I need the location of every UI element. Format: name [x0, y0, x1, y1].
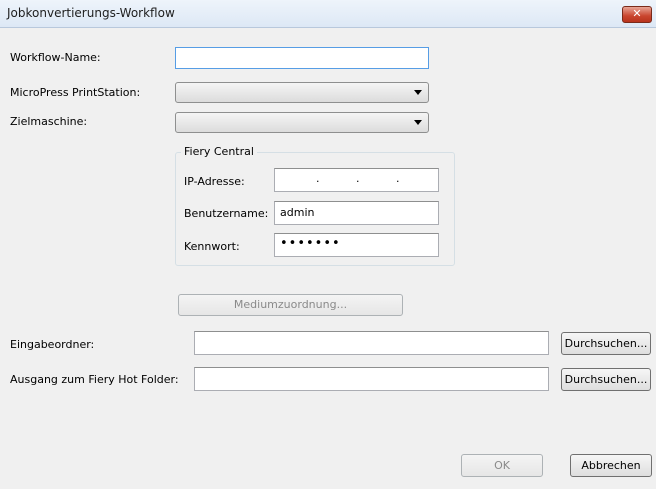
username-label: Benutzername: [184, 207, 269, 220]
ip-separator: . [316, 172, 320, 185]
password-field[interactable]: ••••••• [274, 233, 439, 257]
chevron-down-icon [414, 90, 422, 95]
title-bar: Jobkonvertierungs-Workflow ✕ [0, 0, 656, 28]
media-mapping-button[interactable]: Mediumzuordnung... [178, 294, 403, 316]
window-title: Jobkonvertierungs-Workflow [7, 6, 175, 20]
printstation-select[interactable] [175, 82, 429, 103]
ip-address-label: IP-Adresse: [184, 175, 245, 188]
input-folder-label: Eingabeordner: [10, 338, 95, 351]
fiery-central-legend: Fiery Central [181, 145, 257, 158]
target-machine-label: Zielmaschine: [10, 115, 88, 128]
close-icon: ✕ [632, 7, 642, 20]
output-folder-label: Ausgang zum Fiery Hot Folder: [10, 373, 179, 386]
close-button[interactable]: ✕ [622, 6, 652, 23]
printstation-label: MicroPress PrintStation: [10, 86, 141, 99]
dialog-body: Workflow-Name: MicroPress PrintStation: … [0, 28, 656, 489]
output-folder-field[interactable] [194, 367, 549, 391]
password-value: ••••••• [280, 236, 341, 251]
ok-button[interactable]: OK [461, 454, 543, 477]
ip-separator: . [396, 172, 400, 185]
chevron-down-icon [414, 120, 422, 125]
browse-input-button[interactable]: Durchsuchen... [561, 332, 651, 355]
password-label: Kennwort: [184, 240, 240, 253]
browse-output-button[interactable]: Durchsuchen... [561, 368, 651, 391]
ip-address-field[interactable]: . . . [274, 168, 439, 192]
ip-separator: . [356, 172, 360, 185]
workflow-name-label: Workflow-Name: [10, 51, 101, 64]
cancel-button[interactable]: Abbrechen [570, 454, 652, 477]
workflow-name-field[interactable] [175, 47, 429, 69]
username-field[interactable]: admin [274, 201, 439, 225]
input-folder-field[interactable] [194, 331, 549, 355]
target-machine-select[interactable] [175, 112, 429, 133]
username-value: admin [280, 206, 315, 219]
